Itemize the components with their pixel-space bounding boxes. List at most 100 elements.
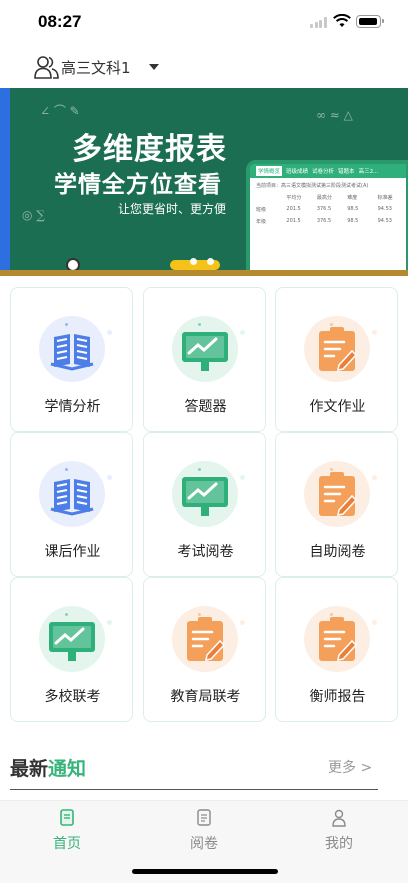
phone-cell: 98.5 [347,206,359,212]
banner-accent-strip [0,88,10,276]
home-doc-icon [60,809,74,826]
phone-tab: 班级成绩 [286,169,309,175]
phone-data-row: 年级 201.5 376.5 98.5 94.53 [256,218,400,225]
promo-banner[interactable]: ∠ ⌒ ✎ ∞ ≈ △ ◎ ∑ 多维度报表 学情全方位查看 让您更省时、更方便 … [0,88,408,276]
news-section-title: 最新通知 [10,754,86,781]
feature-tile[interactable]: 教育局联考 [143,577,266,722]
feature-tile-label: 自助阅卷 [309,544,366,560]
carousel-dot[interactable] [207,258,214,265]
phone-tab: 试卷分析 [312,169,335,175]
phone-header-cell: 最高分 [316,195,332,201]
phone-tab-row: 学情概览 班级成绩 试卷分析 错题本 高三2... [250,164,406,178]
decorative-dot [107,475,112,480]
feature-tile[interactable]: 作文作业 [275,287,398,432]
phone-data-row: 班级 201.5 376.5 98.5 94.53 [256,206,400,213]
feature-tile-label: 作文作业 [309,399,366,415]
phone-cell: 98.5 [347,218,359,224]
feature-tile-label: 答题器 [184,399,227,415]
tab-home[interactable]: 首页 [22,809,112,853]
phone-tab: 错题本 [338,169,355,175]
grading-doc-icon [197,809,211,826]
phone-cell: 201.5 [286,218,301,224]
decorative-dot [65,323,68,326]
chart-board-icon [172,461,238,527]
phone-tab: 高三2... [358,169,379,175]
news-title-prefix: 最新 [10,758,49,780]
user-icon [332,809,346,827]
doodle-decoration: ∞ ≈ △ [316,108,353,122]
decorative-dot [240,620,245,625]
phone-header-row: 平均分 最高分 难度 标准差 [256,194,400,201]
decorative-dot [65,468,68,471]
status-bar: 08:27 [0,0,408,44]
doodle-decoration: ∠ ⌒ ✎ [40,104,80,118]
tab-label: 我的 [325,836,353,852]
feature-tile[interactable]: 衡师报告 [275,577,398,722]
decorative-dot [65,613,68,616]
feature-tile-label: 学情分析 [44,399,101,415]
doodle-decoration: ◎ ∑ [22,208,45,222]
decorative-dot [240,475,245,480]
feature-tile-label: 多校联考 [44,689,101,705]
decorative-dot [330,323,333,326]
decorative-dot [198,613,201,616]
feature-tile[interactable]: 考试阅卷 [143,432,266,577]
cellular-signal-icon [310,17,327,28]
wifi-icon [333,14,351,27]
phone-header-cell: 标准差 [377,195,393,201]
feature-tile-label: 课后作业 [44,544,101,560]
tab-mine[interactable]: 我的 [294,809,384,853]
banner-title: 多维度报表 [72,132,227,167]
carousel-indicator[interactable] [190,258,214,265]
feature-tile[interactable]: 学情分析 [10,287,133,432]
feature-tile-label: 考试阅卷 [177,544,234,560]
phone-cell: 376.5 [316,206,332,212]
phone-table: 当前项目：高三语文模拟测试第三阶段测试考试(A) 平均分 最高分 难度 标准差 … [250,178,406,229]
chart-board-icon [172,316,238,382]
class-selector[interactable]: 高三文科1 [34,52,159,82]
tab-label: 阅卷 [190,836,218,852]
decorative-dot [372,620,377,625]
phone-cell: 94.53 [377,218,392,224]
phone-header-cell: 平均分 [286,195,302,201]
phone-cell: 376.5 [316,218,332,224]
banner-caption: 让您更省时、更方便 [118,202,227,216]
clipboard-pencil-icon [304,316,370,382]
feature-tile[interactable]: 多校联考 [10,577,133,722]
decorative-dot [198,323,201,326]
phone-row-name: 班级 [256,207,267,213]
open-book-icon [39,316,105,382]
phone-cell: 201.5 [286,206,301,212]
tab-label: 首页 [53,836,81,852]
chart-board-icon [39,606,105,672]
triangle-down-icon[interactable] [148,64,159,70]
banner-desk-strip [0,270,408,276]
more-link[interactable]: 更多 > [328,757,372,777]
phone-header-cell: 难度 [347,195,358,201]
phone-row-name: 年级 [256,219,267,225]
decorative-dot [198,468,201,471]
decorative-dot [107,330,112,335]
banner-subtitle: 学情全方位查看 [54,172,222,198]
clipboard-pencil-icon [172,606,238,672]
phone-mockup: 学情概览 班级成绩 试卷分析 错题本 高三2... 当前项目：高三语文模拟测试第… [246,160,408,276]
decorative-dot [330,468,333,471]
feature-tile[interactable]: 答题器 [143,287,266,432]
home-indicator [132,869,278,874]
carousel-dot[interactable] [190,258,197,265]
feature-tile-label: 衡师报告 [309,689,366,705]
decorative-dot [240,330,245,335]
decorative-dot [330,613,333,616]
clipboard-pencil-icon [304,606,370,672]
decorative-dot [107,620,112,625]
news-title-highlight: 通知 [48,758,87,780]
tab-grading[interactable]: 阅卷 [159,809,249,853]
phone-meta: 当前项目：高三语文模拟测试第三阶段测试考试(A) [256,183,369,189]
news-divider [10,789,378,790]
status-time: 08:27 [38,12,82,31]
feature-tile[interactable]: 课后作业 [10,432,133,577]
phone-tab: 学情概览 [256,166,283,176]
feature-tile[interactable]: 自助阅卷 [275,432,398,577]
class-name: 高三文科1 [61,58,131,77]
decorative-dot [372,330,377,335]
